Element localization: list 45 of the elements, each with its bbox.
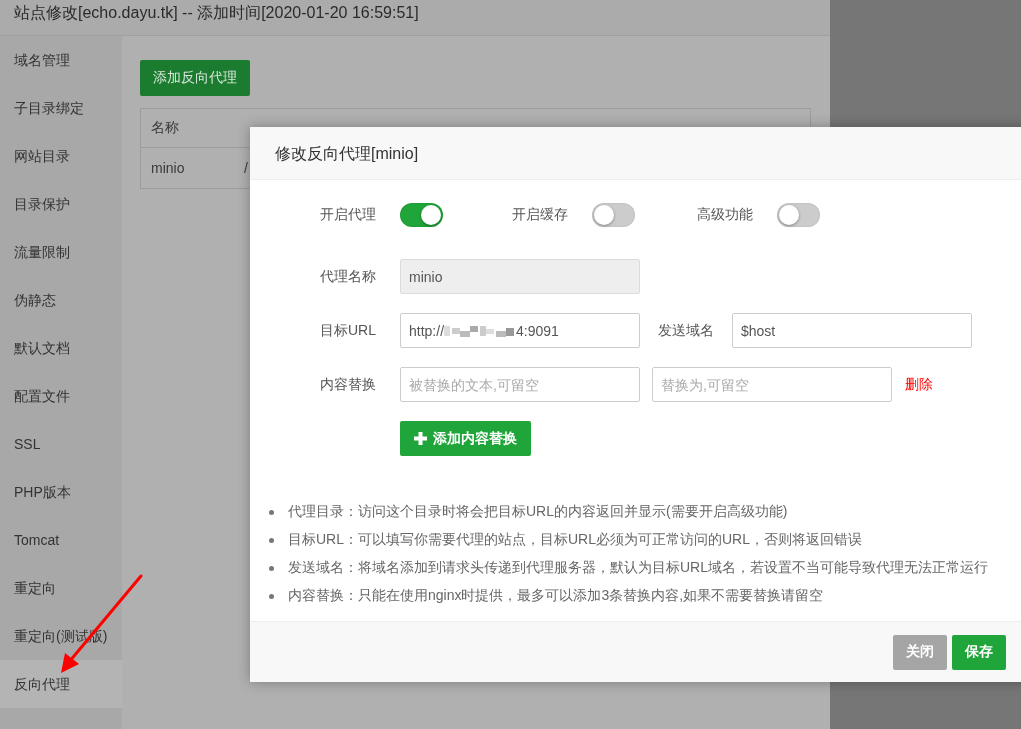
sidebar-item[interactable]: 目录保护 <box>0 180 122 228</box>
field-label: 内容替换 <box>319 375 376 394</box>
add-proxy-button[interactable]: 添加反向代理 <box>140 60 250 96</box>
field-label: 开启代理 <box>319 206 376 224</box>
sidebar-item[interactable]: 配置文件 <box>0 372 122 420</box>
sidebar-item[interactable]: 域名管理 <box>0 36 122 84</box>
field-label: 开启缓存 <box>512 206 568 224</box>
sidebar-item[interactable]: 网站目录 <box>0 132 122 180</box>
dialog-button[interactable]: 保存 <box>952 634 1006 670</box>
field-label: 代理名称 <box>319 267 376 286</box>
help-note: 目标URL：可以填写你需要代理的站点，目标URL必须为可正常访问的URL，否则将返回错误 <box>288 531 863 549</box>
bullet-icon <box>269 593 274 599</box>
help-note: 内容替换：只能在使用nginx时提供，最多可以添加3条替换内容,如果不需要替换请留空 <box>288 587 824 605</box>
field-label: 目标URL <box>319 321 376 340</box>
replace-from-field[interactable]: 被替换的文本,可留空 <box>400 367 640 402</box>
add-replace-button[interactable]: 添加内容替换 <box>400 421 531 456</box>
table-cell-text: minio <box>151 160 186 176</box>
delete-link[interactable]: 删除 <box>905 375 933 394</box>
help-note: 发送域名：将域名添加到请求头传递到代理服务器，默认为目标URL域名，若设置不当可能导致代理无法正常运行 <box>288 559 988 577</box>
sidebar-item[interactable]: Tomcat <box>0 516 122 564</box>
bullet-icon <box>269 509 274 515</box>
replace-to-field[interactable]: 替换为,可留空 <box>652 367 892 402</box>
field-label: 高级功能 <box>697 206 753 224</box>
dialog-title: 修改反向代理[minio] <box>250 127 1021 180</box>
field-label: 发送域名 <box>658 321 714 340</box>
column-header: 名称 <box>151 119 180 137</box>
table-cell-text: / <box>244 160 249 176</box>
domain-field[interactable]: $host <box>732 313 972 348</box>
sidebar-item[interactable]: SSL <box>0 420 122 468</box>
sidebar-item[interactable]: 反向代理 <box>0 660 122 708</box>
sidebar-item[interactable]: 默认文档 <box>0 324 122 372</box>
sidebar-item[interactable]: 子目录绑定 <box>0 84 122 132</box>
sidebar-item[interactable]: 流量限制 <box>0 228 122 276</box>
bullet-icon <box>269 565 274 571</box>
url-field[interactable]: http:// 4:9091 <box>400 313 640 348</box>
dialog-title: 站点修改[echo.dayu.tk] -- 添加时间[2020-01-20 16:59:51] <box>0 0 830 36</box>
toggle-switch[interactable] <box>592 203 635 227</box>
sidebar-item[interactable]: 伪静态 <box>0 276 122 324</box>
toggle-switch[interactable] <box>400 203 443 227</box>
help-note: 代理目录：访问这个目录时将会把目标URL的内容返回并显示(需要开启高级功能) <box>288 503 788 521</box>
toggle-switch[interactable] <box>777 203 820 227</box>
plus-icon <box>414 432 427 445</box>
sidebar-item[interactable]: 重定向 <box>0 564 122 612</box>
bullet-icon <box>269 537 274 543</box>
sidebar-item[interactable]: PHP版本 <box>0 468 122 516</box>
